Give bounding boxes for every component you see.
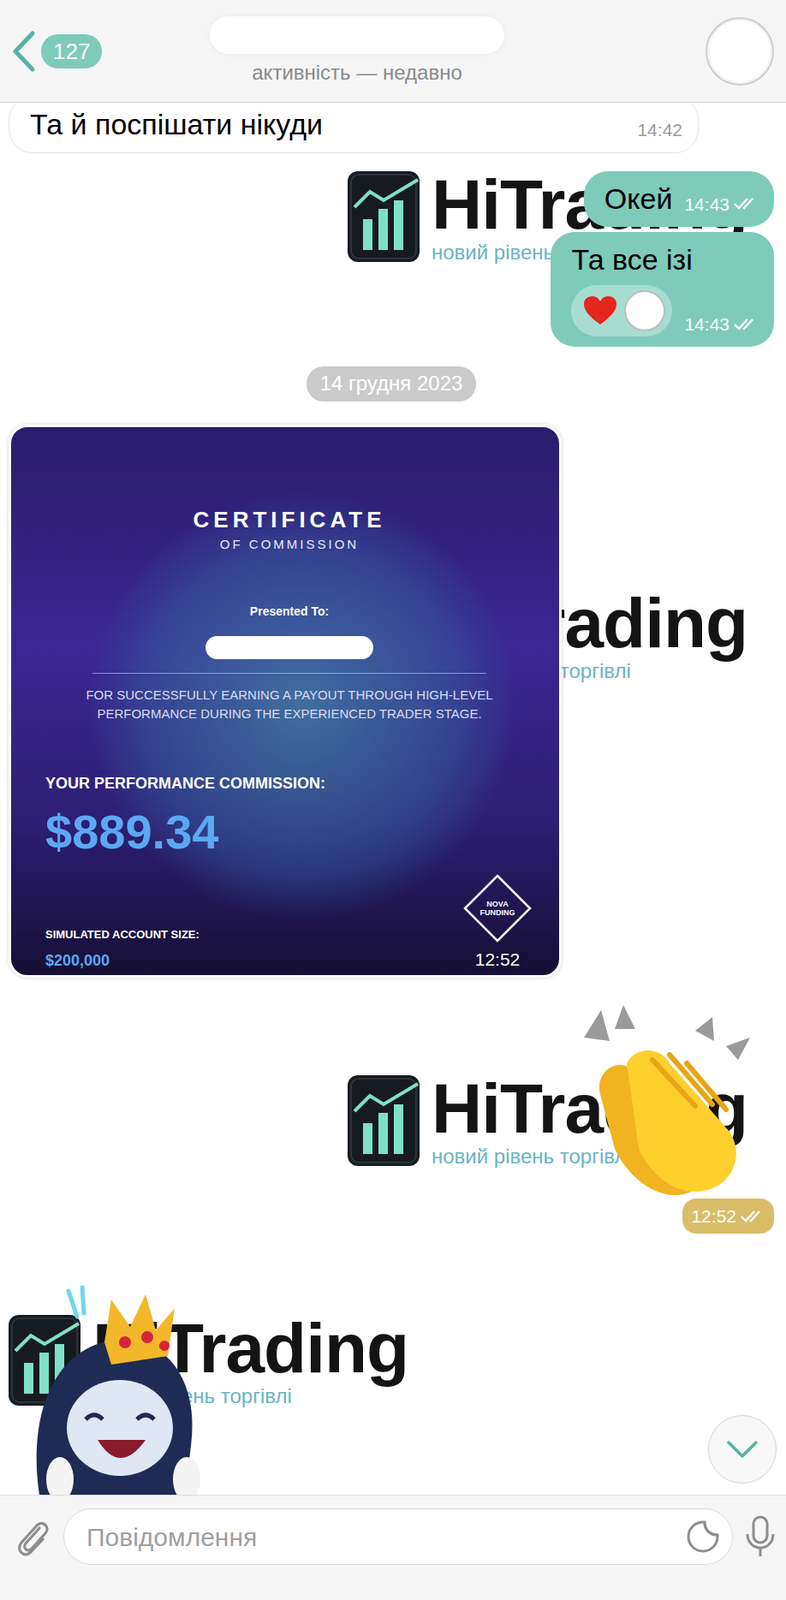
sticker[interactable] <box>8 1282 223 1495</box>
double-check-icon <box>732 317 759 332</box>
certificate-image[interactable]: CERTIFICATEOF COMMISSION Presented To: FOR… <box>8 424 562 978</box>
back-chevron-icon[interactable] <box>8 29 38 73</box>
outgoing-message: Та все ізі 14:43 <box>8 232 775 348</box>
chevron-down-icon[interactable] <box>725 1439 760 1460</box>
incoming-message: Та й поспішати нікуди 14:42 <box>8 102 775 154</box>
double-check-icon <box>739 1209 766 1224</box>
message-text: Окей <box>604 181 673 217</box>
chat-title-redacted <box>209 16 505 54</box>
message-time: 14:43 <box>684 195 730 214</box>
message-time: 12:52 <box>475 946 521 974</box>
presented-label: Presented To: <box>45 602 534 621</box>
commission-label: YOUR PERFORMANCE COMMISSION: <box>45 772 534 796</box>
message-time: 14:43 <box>684 315 730 334</box>
chat-window: 127 активність — недавно HiTradingновий рі… <box>0 0 786 1600</box>
message-text: Та й поспішати нікуди <box>29 107 323 143</box>
outgoing-message: 12:52 <box>8 1003 775 1235</box>
logo-and-time: NOVAFUNDING12:52 <box>461 872 534 974</box>
crowned-character-icon <box>8 1282 223 1495</box>
message-meta: 14:42 <box>637 120 683 143</box>
attach-button[interactable] <box>13 1508 52 1566</box>
microphone-icon[interactable] <box>744 1515 776 1559</box>
message-line: Окей 14:43 <box>604 181 759 217</box>
back-button[interactable]: 127 <box>8 29 137 73</box>
message-time: 12:52 <box>690 1202 737 1231</box>
sticker-icon[interactable] <box>685 1519 721 1555</box>
incoming-message <box>8 1282 775 1495</box>
double-check-icon <box>732 196 759 211</box>
reaction-line: 14:43 <box>571 285 759 337</box>
account-size-value: $200,000 <box>45 949 200 973</box>
scroll-down-button[interactable] <box>708 1415 777 1484</box>
unread-badge: 127 <box>41 34 102 69</box>
contact-avatar[interactable] <box>705 17 775 86</box>
nova-funding-logo: NOVAFUNDING <box>461 872 534 945</box>
message-text: Та все ізі <box>571 242 759 278</box>
message-input-field <box>63 1508 733 1566</box>
sticker[interactable]: 12:52 <box>566 1003 775 1235</box>
chat-area: HiTradingновий рівень торгівліHiTradingн… <box>0 102 786 1495</box>
message-composer <box>0 1494 786 1600</box>
certificate-title: CERTIFICATE <box>45 507 534 533</box>
hitrading-logo-icon <box>344 167 423 266</box>
message-input[interactable] <box>84 1517 686 1558</box>
paperclip-icon[interactable] <box>13 1516 52 1558</box>
last-seen-status: активність — недавно <box>251 60 462 86</box>
date-divider: 14 грудня 2023 <box>306 366 477 401</box>
voice-button[interactable] <box>744 1508 776 1566</box>
message-bubble[interactable]: Та й поспішати нікуди 14:42 <box>8 102 699 154</box>
divider-line <box>92 672 487 674</box>
clapping-hands-icon <box>566 1003 766 1199</box>
reactor-avatar <box>624 290 666 332</box>
certificate-subtitle: OF COMMISSION <box>45 535 534 555</box>
chat-header: 127 активність — недавно <box>0 0 786 103</box>
logo-text: NOVA <box>486 899 508 909</box>
reaction-chip[interactable] <box>571 285 673 337</box>
recipient-name-redacted <box>205 636 374 660</box>
message-bubble[interactable]: Та все ізі 14:43 <box>550 232 775 348</box>
incoming-message: CERTIFICATEOF COMMISSION Presented To: FOR… <box>8 424 775 978</box>
logo-text: FUNDING <box>480 908 516 917</box>
message-line: Та й поспішати нікуди 14:42 <box>29 107 683 143</box>
certificate-header: CERTIFICATEOF COMMISSION Presented To: FOR… <box>45 507 534 724</box>
hitrading-logo-icon <box>344 1071 423 1170</box>
account-size: SIMULATED ACCOUNT SIZE: $200,000 <box>45 926 200 974</box>
message-bubble[interactable]: Окей 14:43 <box>583 171 775 227</box>
chat-title-area[interactable]: активність — недавно <box>136 16 578 86</box>
account-size-label: SIMULATED ACCOUNT SIZE: <box>45 926 200 944</box>
certificate-description: FOR SUCCESSFULLY EARNING A PAYOUT THROUG… <box>83 685 495 724</box>
message-meta: 14:43 <box>684 315 759 337</box>
message-meta: 14:43 <box>684 195 759 217</box>
message-list: Та й поспішати нікуди14:42Окей14:43Та вс… <box>0 102 786 1495</box>
outgoing-message: Окей 14:43 <box>8 171 775 227</box>
commission-amount: $889.34 <box>45 805 534 859</box>
heart-icon <box>583 295 618 327</box>
sticker-meta: 12:52 <box>682 1198 775 1235</box>
certificate-footer: SIMULATED ACCOUNT SIZE: $200,000 NOVAFUNDI… <box>45 872 534 974</box>
message-time: 14:42 <box>637 120 683 139</box>
